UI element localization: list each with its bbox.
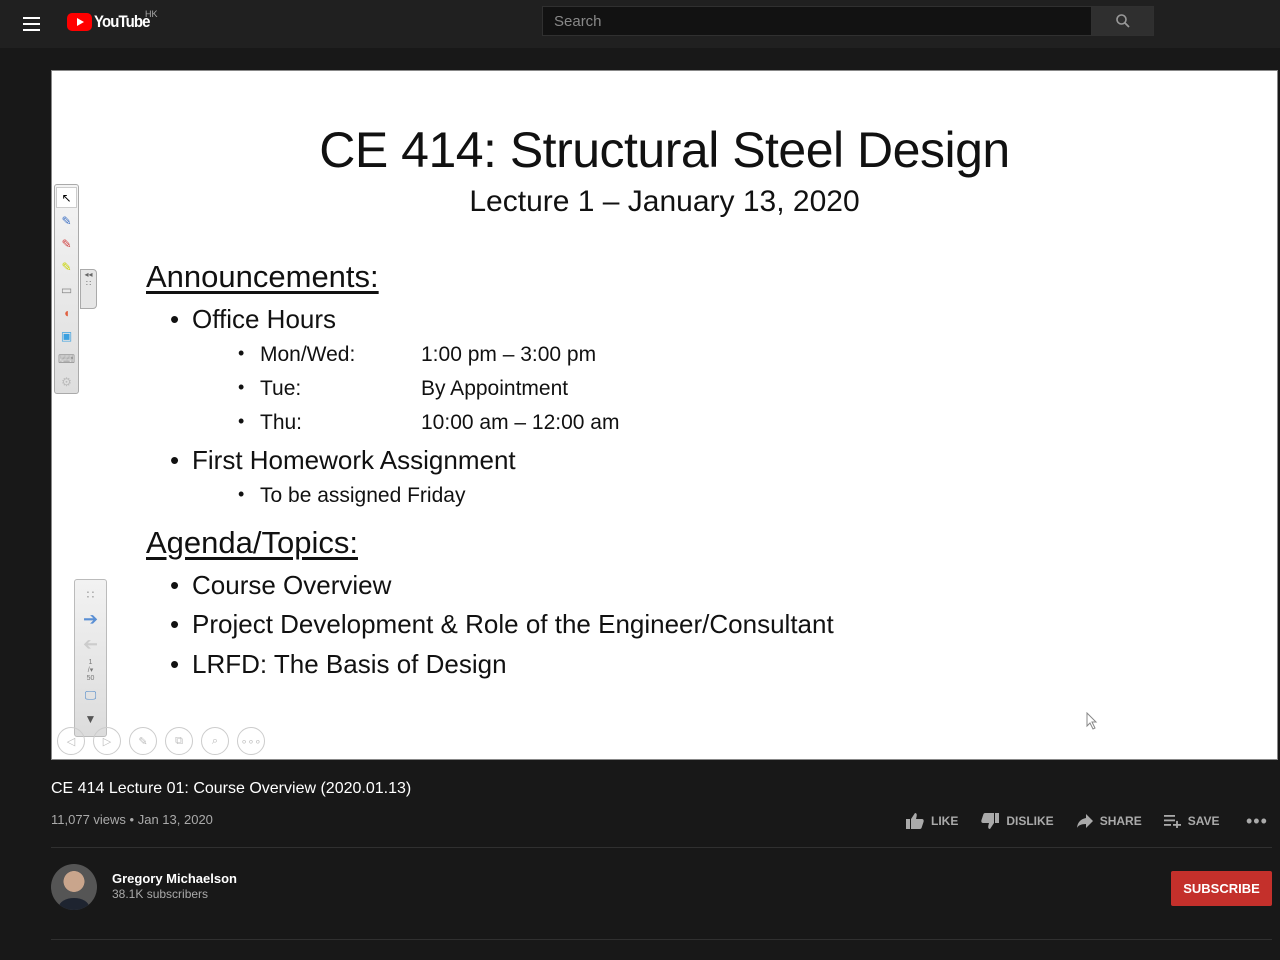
like-button[interactable]: LIKE — [905, 812, 958, 830]
more-actions-icon[interactable]: ••• — [1246, 811, 1268, 832]
previous-slide-icon[interactable]: ◁ — [57, 727, 85, 755]
mouse-cursor-icon — [1086, 712, 1098, 730]
page-total: 50 — [86, 675, 95, 682]
highlighter-icon[interactable]: ✎ — [56, 256, 77, 277]
play-logo-icon — [67, 13, 92, 31]
page-indicator[interactable]: 1/▾ 50 — [75, 659, 106, 683]
playlist-add-icon — [1163, 815, 1181, 828]
like-label: LIKE — [931, 814, 959, 828]
grid-icon[interactable]: ∷ — [80, 584, 101, 605]
channel-name[interactable]: Gregory Michaelson — [112, 871, 237, 886]
collapse-toolbar-tab[interactable]: ◂◂ ∷ — [80, 269, 97, 309]
upload-date: Jan 13, 2020 — [137, 812, 213, 827]
subscribe-button[interactable]: SUBSCRIBE — [1171, 871, 1272, 906]
more-options-icon[interactable]: ∘∘∘ — [237, 727, 265, 755]
office-hours-bullet: Office Hours — [170, 304, 336, 335]
hours-day: Tue: — [260, 377, 302, 400]
keyboard-icon[interactable]: ⌨ — [56, 348, 77, 369]
youtube-logo[interactable]: YouTube — [67, 11, 157, 33]
pen-blue-icon[interactable]: ✎ — [56, 210, 77, 231]
page-current: 1 — [88, 659, 93, 666]
slides-icon[interactable]: ⧉ — [165, 727, 193, 755]
thumbs-down-icon — [981, 813, 1000, 829]
end-show-icon[interactable]: 🖵 — [80, 685, 101, 706]
region-code: HK — [145, 9, 158, 19]
agenda-heading: Agenda/Topics: — [146, 525, 358, 560]
select-arrow-icon[interactable]: ↖ — [56, 187, 77, 208]
slide-subtitle: Lecture 1 – January 13, 2020 — [469, 185, 860, 218]
pen-red-icon[interactable]: ✎ — [56, 233, 77, 254]
player-controls: ◁ ▷ ✎ ⧉ ⌕ ∘∘∘ — [57, 727, 265, 755]
hours-row: Thu: 10:00 am – 12:00 am — [238, 411, 619, 435]
agenda-item: LRFD: The Basis of Design — [170, 649, 507, 680]
top-bar: YouTube HK — [0, 0, 1280, 48]
share-label: SHARE — [1099, 814, 1142, 828]
slide-title: CE 414: Structural Steel Design — [319, 122, 1010, 178]
hours-row: Tue: By Appointment — [238, 377, 568, 401]
subscriber-count: 38.1K subscribers — [112, 887, 209, 901]
next-slide-icon[interactable]: ▷ — [93, 727, 121, 755]
hours-time: By Appointment — [421, 377, 569, 400]
share-arrow-icon — [1076, 814, 1093, 828]
hours-time: 10:00 am – 12:00 am — [421, 411, 620, 434]
ink-toolbar: ↖ ✎ ✎ ✎ ▭ ◖ ▣ ⌨ ⚙ — [54, 184, 79, 394]
hours-row: Mon/Wed: 1:00 pm – 3:00 pm — [238, 343, 596, 367]
homework-note: To be assigned Friday — [238, 484, 466, 508]
zoom-icon[interactable]: ⌕ — [201, 727, 229, 755]
dislike-button[interactable]: DISLIKE — [980, 812, 1054, 830]
divider — [51, 939, 1272, 940]
meta-separator: • — [129, 812, 135, 827]
channel-avatar[interactable] — [51, 864, 97, 910]
video-title: CE 414 Lecture 01: Course Overview (2020… — [51, 780, 412, 797]
fill-icon[interactable]: ◖ — [56, 302, 77, 323]
settings-icon[interactable]: ⚙ — [56, 371, 77, 392]
prev-arrow-icon[interactable]: ➔ — [80, 634, 101, 655]
search-button[interactable] — [1092, 6, 1154, 36]
agenda-item: Course Overview — [170, 570, 391, 601]
video-player[interactable]: CE 414: Structural Steel Design Lecture … — [51, 70, 1278, 760]
save-button[interactable]: SAVE — [1163, 814, 1220, 828]
save-label: SAVE — [1187, 814, 1220, 828]
search-icon — [1115, 14, 1130, 28]
thumbs-up-icon — [906, 813, 924, 829]
hours-time: 1:00 pm – 3:00 pm — [421, 343, 597, 366]
next-arrow-icon[interactable]: ➔ — [80, 609, 101, 630]
pen-icon[interactable]: ✎ — [129, 727, 157, 755]
divider — [51, 847, 1272, 848]
expand-down-icon[interactable]: ▼ — [80, 708, 101, 729]
whiteboard-icon[interactable]: ▣ — [56, 325, 77, 346]
hours-day: Thu: — [260, 411, 303, 434]
video-meta: 11,077 views • Jan 13, 2020 — [51, 812, 213, 827]
eraser-icon[interactable]: ▭ — [56, 279, 77, 300]
video-actions: LIKE DISLIKE SHARE SAVE — [905, 812, 1242, 830]
menu-icon[interactable] — [20, 12, 44, 36]
hours-day: Mon/Wed: — [260, 343, 356, 366]
share-button[interactable]: SHARE — [1076, 813, 1142, 829]
agenda-item: Project Development & Role of the Engine… — [170, 609, 834, 640]
search-bar — [542, 6, 1154, 36]
slide-nav-toolbar: ∷ ➔ ➔ 1/▾ 50 🖵 ▼ — [74, 579, 107, 737]
dislike-label: DISLIKE — [1006, 814, 1054, 828]
homework-bullet: First Homework Assignment — [170, 445, 516, 476]
logo-text: YouTube — [94, 12, 151, 31]
announcements-heading: Announcements: — [146, 259, 379, 294]
search-input[interactable] — [542, 6, 1092, 36]
view-count: 11,077 views — [51, 812, 126, 827]
